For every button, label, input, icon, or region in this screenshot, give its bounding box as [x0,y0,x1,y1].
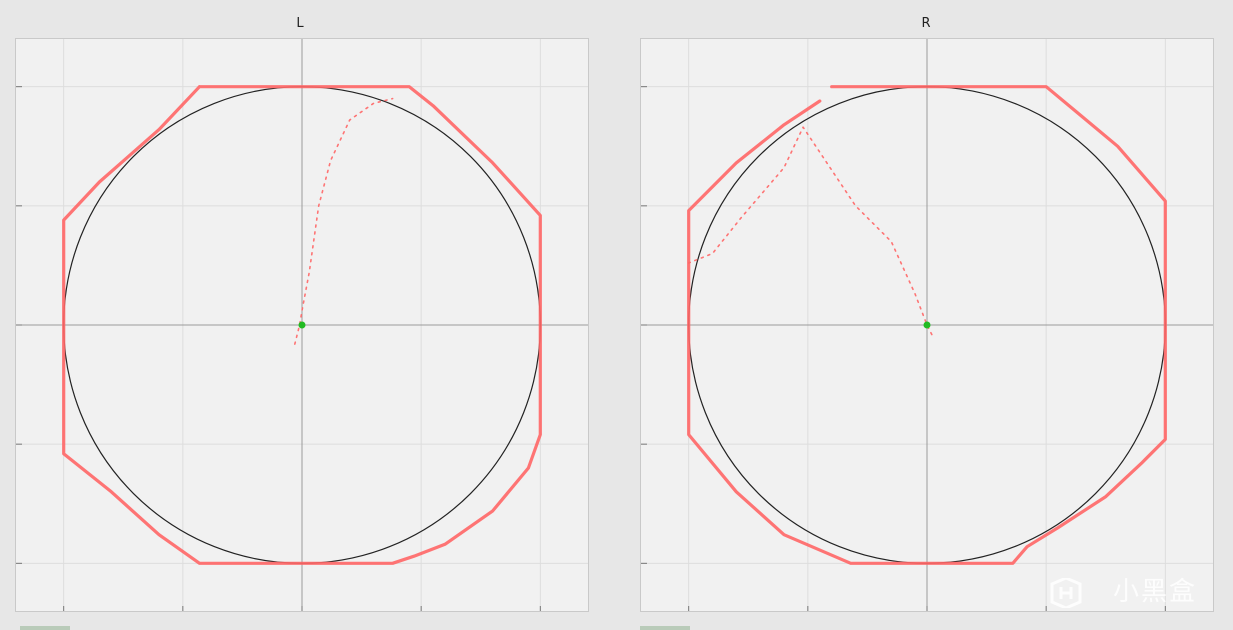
right-center-marker [923,321,931,329]
stick-plot-right [641,39,1213,611]
watermark-text: 小黑盒 [1112,577,1197,607]
left-stick-panel: L [0,0,600,630]
plot-area-left [15,38,589,612]
stick-plot-left [16,39,588,611]
chart-title-right: R [921,16,931,31]
right-trace-1 [687,126,933,336]
bottom-tab-left [20,626,70,630]
left-trace-1 [293,97,394,345]
watermark-logo-icon [1050,578,1082,608]
left-center-marker [298,321,306,329]
chart-title-left: L [296,16,304,31]
plot-area-right [640,38,1214,612]
bottom-tab-right [640,626,690,630]
right-stick-panel: R [626,0,1226,630]
